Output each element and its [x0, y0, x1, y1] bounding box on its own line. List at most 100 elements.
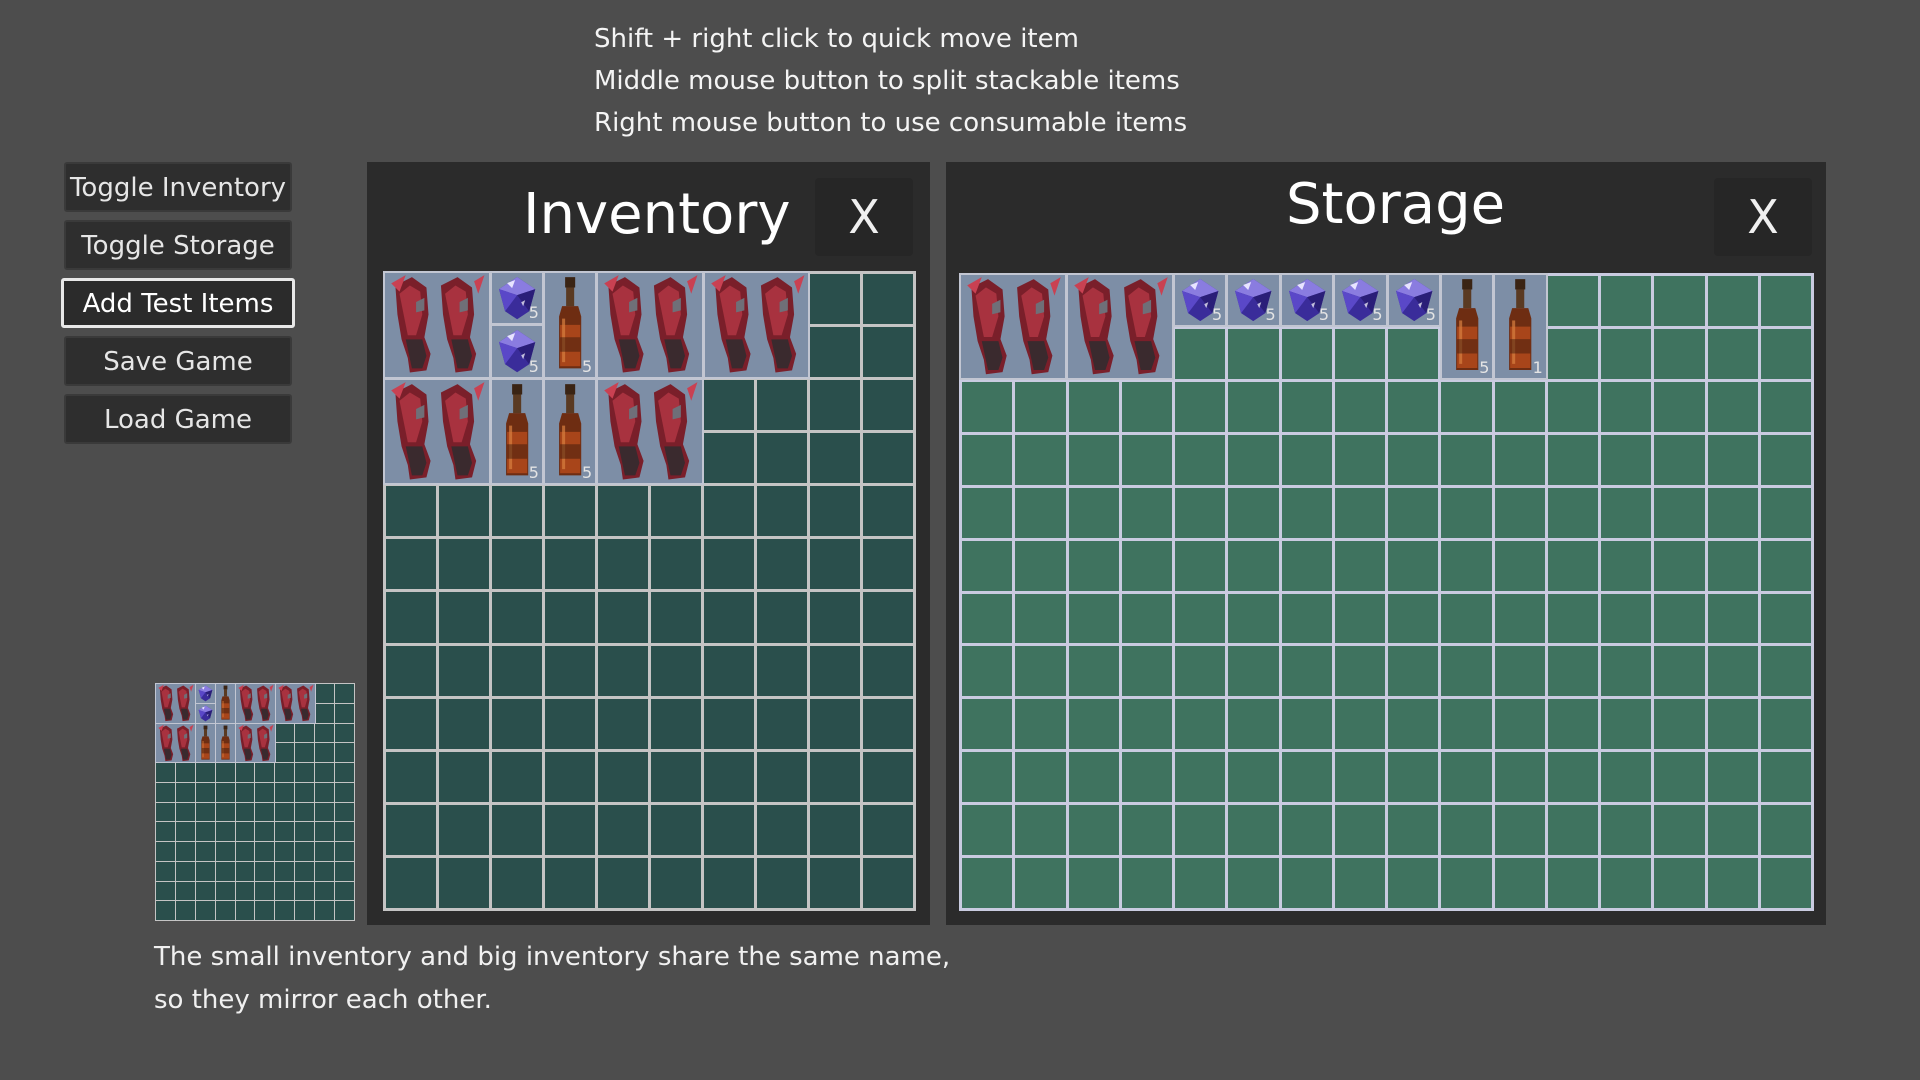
grid-slot[interactable] [1547, 540, 1598, 591]
grid-slot[interactable] [863, 698, 913, 749]
grid-slot[interactable] [315, 782, 335, 802]
grid-slot[interactable] [1281, 858, 1332, 908]
grid-slot[interactable] [757, 857, 807, 908]
grid-slot[interactable] [215, 763, 235, 782]
grid-slot[interactable] [275, 861, 295, 881]
grid-slot[interactable] [215, 901, 235, 920]
grid-slot[interactable] [386, 539, 436, 590]
grid-slot[interactable] [1388, 434, 1439, 485]
grid-slot[interactable] [275, 901, 295, 920]
grid-slot[interactable] [1494, 381, 1545, 432]
grid-slot[interactable] [315, 901, 335, 920]
grid-slot[interactable] [1068, 646, 1119, 697]
grid-slot[interactable] [1388, 752, 1439, 803]
grid-slot[interactable] [863, 645, 913, 696]
toggle-storage-button[interactable]: Toggle Storage [64, 220, 292, 270]
grid-slot[interactable] [1494, 646, 1545, 697]
grid-slot[interactable] [810, 857, 860, 908]
grid-slot[interactable] [335, 802, 354, 822]
grid-slot[interactable] [439, 698, 489, 749]
grid-slot[interactable] [1547, 752, 1598, 803]
grid-slot[interactable] [439, 645, 489, 696]
grid-slot[interactable] [335, 842, 354, 861]
grid-slot[interactable] [1654, 752, 1705, 803]
grid-slot[interactable] [1601, 540, 1652, 591]
grid-slot[interactable] [386, 857, 436, 908]
potion-item[interactable] [215, 722, 236, 764]
grid-slot[interactable] [1441, 858, 1492, 908]
grid-slot[interactable] [1601, 381, 1652, 432]
grid-slot[interactable] [335, 703, 354, 723]
grid-slot[interactable] [335, 743, 354, 762]
grid-slot[interactable] [651, 857, 701, 908]
grid-slot[interactable] [195, 822, 215, 841]
grid-slot[interactable] [335, 763, 354, 782]
grid-slot[interactable] [439, 857, 489, 908]
grid-slot[interactable] [1281, 434, 1332, 485]
grid-slot[interactable] [195, 763, 215, 782]
grid-slot[interactable] [545, 857, 595, 908]
grid-slot[interactable] [156, 782, 175, 802]
grid-slot[interactable] [1760, 646, 1811, 697]
grid-slot[interactable] [1654, 276, 1705, 326]
grid-slot[interactable] [757, 433, 807, 484]
grid-slot[interactable] [1015, 540, 1066, 591]
grid-slot[interactable] [215, 782, 235, 802]
grid-slot[interactable] [1654, 328, 1705, 379]
grid-slot[interactable] [295, 743, 315, 762]
grid-slot[interactable] [1707, 381, 1758, 432]
grid-slot[interactable] [1547, 328, 1598, 379]
grid-slot[interactable] [295, 782, 315, 802]
grid-slot[interactable] [1175, 858, 1226, 908]
grid-slot[interactable] [598, 751, 648, 802]
grid-slot[interactable] [1281, 646, 1332, 697]
grid-slot[interactable] [704, 592, 754, 643]
grid-slot[interactable] [1441, 699, 1492, 750]
grid-slot[interactable] [1068, 752, 1119, 803]
grid-slot[interactable] [651, 486, 701, 537]
grid-slot[interactable] [545, 751, 595, 802]
grid-slot[interactable] [1228, 381, 1279, 432]
potion-item[interactable] [195, 722, 216, 764]
boots-item[interactable] [275, 683, 316, 724]
grid-slot[interactable] [1441, 381, 1492, 432]
boots-item[interactable] [383, 271, 491, 379]
grid-slot[interactable] [492, 486, 542, 537]
gem-item[interactable]: 5 [1172, 273, 1228, 328]
grid-slot[interactable] [1175, 593, 1226, 644]
grid-slot[interactable] [545, 698, 595, 749]
grid-slot[interactable] [235, 901, 255, 920]
grid-slot[interactable] [235, 861, 255, 881]
grid-slot[interactable] [1707, 752, 1758, 803]
grid-slot[interactable] [810, 486, 860, 537]
grid-slot[interactable] [175, 782, 195, 802]
grid-slot[interactable] [195, 881, 215, 901]
grid-slot[interactable] [335, 861, 354, 881]
toggle-inventory-button[interactable]: Toggle Inventory [64, 162, 292, 212]
grid-slot[interactable] [386, 486, 436, 537]
grid-slot[interactable] [439, 751, 489, 802]
grid-slot[interactable] [598, 539, 648, 590]
grid-slot[interactable] [1601, 434, 1652, 485]
grid-slot[interactable] [1547, 699, 1598, 750]
grid-slot[interactable] [598, 486, 648, 537]
grid-slot[interactable] [335, 723, 354, 743]
boots-item[interactable] [1065, 273, 1174, 381]
grid-slot[interactable] [255, 763, 275, 782]
grid-slot[interactable] [1015, 487, 1066, 538]
grid-slot[interactable] [1334, 434, 1385, 485]
grid-slot[interactable] [863, 804, 913, 855]
boots-item[interactable] [155, 722, 196, 764]
grid-slot[interactable] [1760, 699, 1811, 750]
grid-slot[interactable] [1281, 487, 1332, 538]
grid-slot[interactable] [156, 881, 175, 901]
grid-slot[interactable] [439, 486, 489, 537]
grid-slot[interactable] [1228, 593, 1279, 644]
grid-slot[interactable] [1760, 805, 1811, 856]
grid-slot[interactable] [1015, 858, 1066, 908]
grid-slot[interactable] [1068, 858, 1119, 908]
grid-slot[interactable] [275, 723, 295, 743]
gem-item[interactable]: 5 [1333, 273, 1388, 328]
grid-slot[interactable] [175, 842, 195, 861]
grid-slot[interactable] [1441, 487, 1492, 538]
